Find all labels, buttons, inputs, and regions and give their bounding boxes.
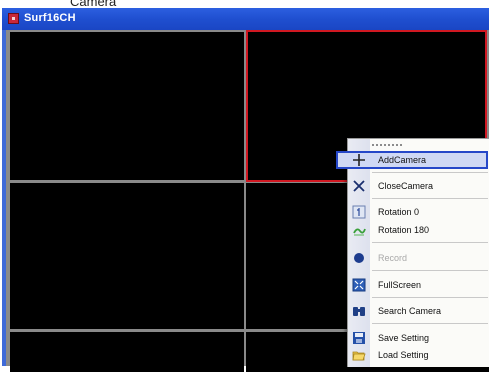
menu-item-save-setting[interactable]: Save Setting <box>348 329 489 347</box>
menu-item-fullscreen[interactable]: FullScreen <box>348 276 489 294</box>
record-dot-icon <box>352 251 366 265</box>
plus-icon <box>352 153 366 167</box>
title-bar[interactable]: Surf16CH <box>2 8 489 30</box>
menu-separator <box>372 172 488 173</box>
menu-separator <box>372 242 488 243</box>
menu-separator <box>372 198 488 199</box>
menu-item-rotation-180[interactable]: Rotation 180 <box>348 221 489 239</box>
menu-item-label: Rotation 180 <box>378 225 430 235</box>
menu-item-label: Load Setting <box>378 350 429 360</box>
close-x-icon <box>352 179 366 193</box>
menu-item-rotation-0[interactable]: Rotation 0 <box>348 203 489 221</box>
menu-item-label: Save Setting <box>378 333 430 343</box>
camera-cell-5[interactable] <box>10 332 244 372</box>
floppy-disk-icon <box>352 331 366 345</box>
camera-cell-1[interactable] <box>10 32 244 180</box>
menu-item-label: CloseCamera <box>378 181 434 191</box>
menu-item-label: Record <box>378 253 408 263</box>
window-title: Surf16CH <box>24 12 76 24</box>
menu-separator <box>372 270 488 271</box>
menu-item-label: FullScreen <box>378 280 422 290</box>
binoculars-icon <box>352 304 366 318</box>
menu-item-label: Rotation 0 <box>378 207 420 217</box>
menu-item-close-camera[interactable]: CloseCamera <box>348 177 489 195</box>
menu-item-label: AddCamera <box>378 155 427 165</box>
menu-item-add-camera[interactable]: AddCamera <box>336 151 489 169</box>
menu-separator <box>372 297 488 298</box>
context-menu: AddCamera CloseCamera Rotation 0 Rotatio… <box>336 138 489 367</box>
menu-item-search-camera[interactable]: Search Camera <box>348 302 489 320</box>
fullscreen-icon <box>352 278 366 292</box>
menu-item-load-setting[interactable]: Load Setting <box>348 346 489 364</box>
menu-item-record: Record <box>348 249 489 267</box>
rotation-180-icon <box>352 223 366 237</box>
folder-open-icon <box>352 348 366 362</box>
rotation-0-icon <box>352 205 366 219</box>
menu-grip <box>372 144 402 146</box>
menu-item-label: Search Camera <box>378 306 442 316</box>
camera-cell-3[interactable] <box>10 183 244 329</box>
app-icon <box>8 13 19 24</box>
menu-separator <box>372 323 488 324</box>
